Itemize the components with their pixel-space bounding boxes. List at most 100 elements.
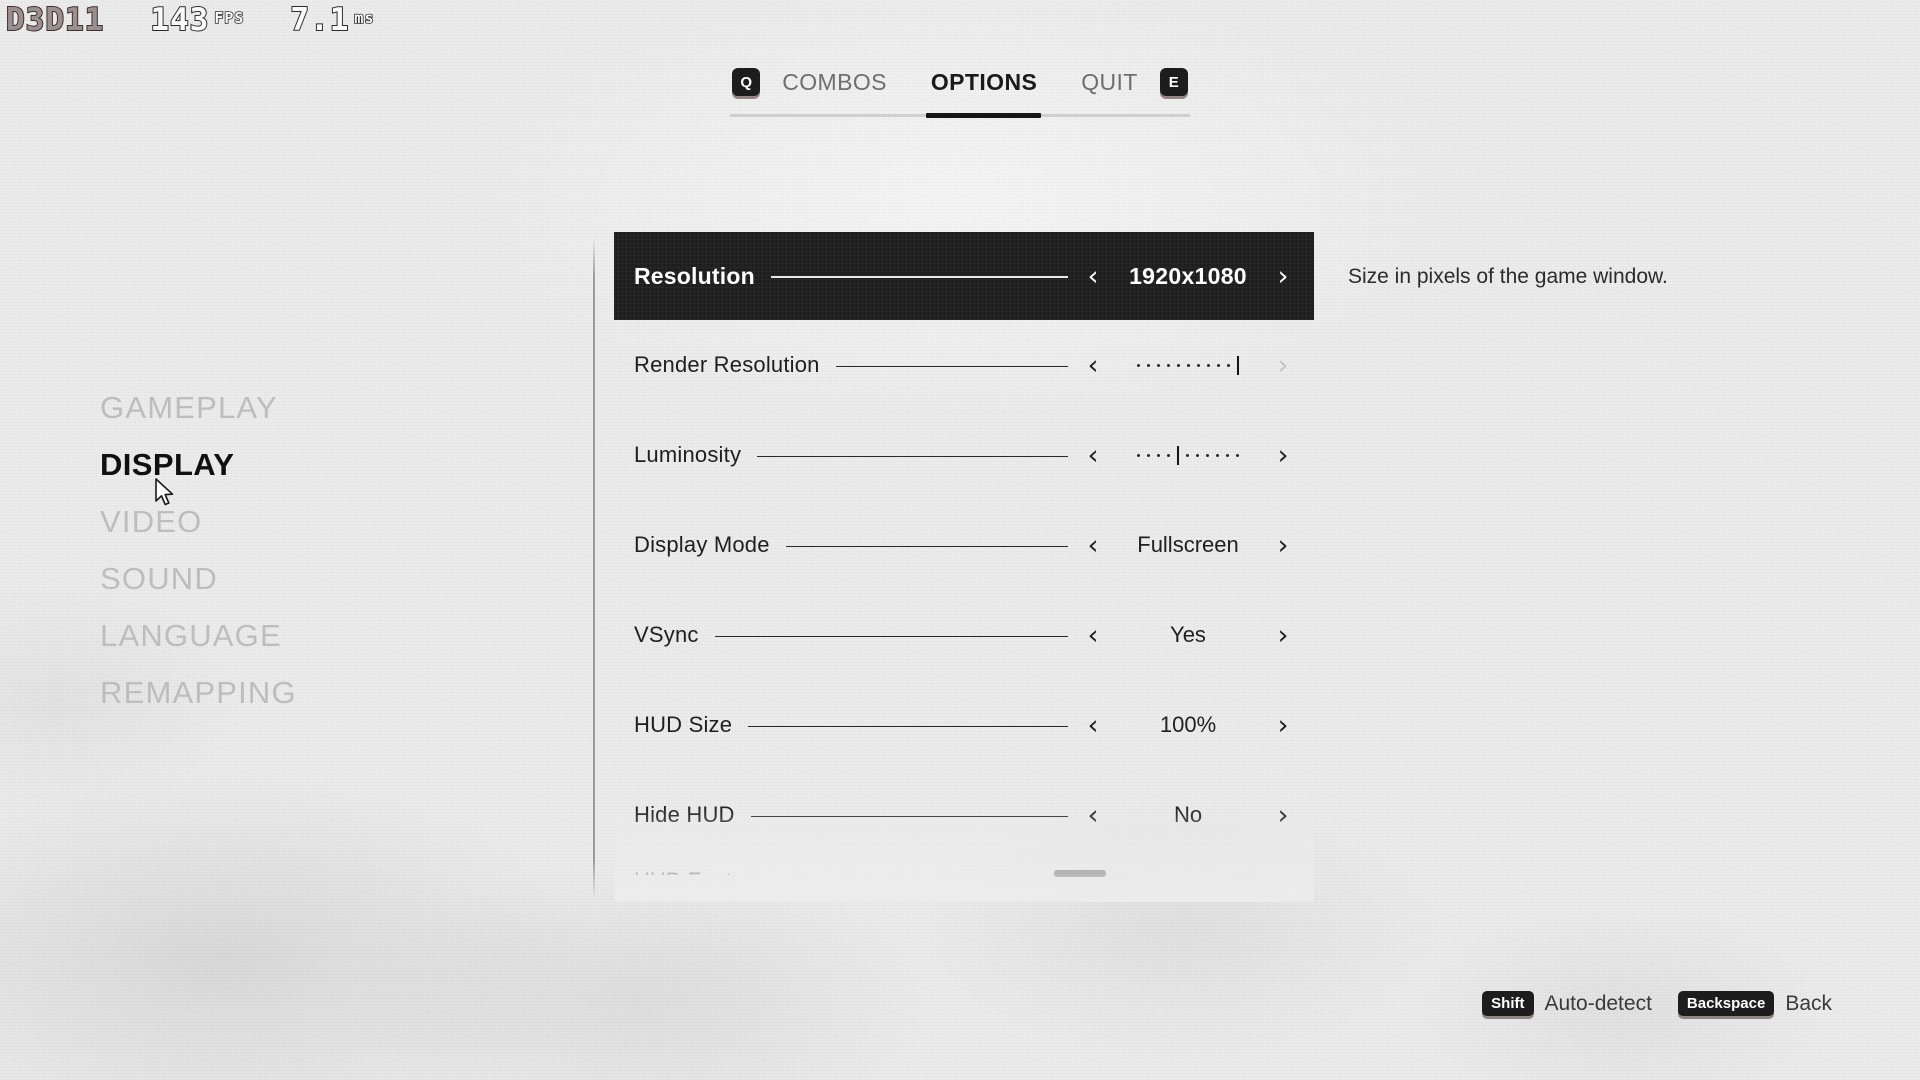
prev-tab-key-badge[interactable]: Q [732,68,761,96]
option-row-display-mode[interactable]: Display Mode ‹ Fullscreen › [614,500,1314,590]
settings-category-sidebar: GAMEPLAY DISPLAY VIDEO SOUND LANGUAGE RE… [100,392,297,708]
key-hint-back[interactable]: Backspace Back [1677,991,1832,1016]
top-navigation: Q COMBOS OPTIONS QUIT E [0,60,1920,118]
vertical-divider [593,238,595,898]
option-value-display-mode: Fullscreen [1137,532,1239,557]
option-row-resolution[interactable]: Resolution ‹ 1920x1080 › [614,232,1314,320]
key-hint-label-auto-detect: Auto-detect [1544,991,1652,1015]
top-navigation-row: Q COMBOS OPTIONS QUIT E [732,60,1188,104]
tab-options[interactable]: OPTIONS [909,69,1059,96]
shift-key-badge: Shift [1482,991,1534,1016]
prev-value-chevron-icon[interactable]: ‹ [1082,622,1104,649]
tab-combos[interactable]: COMBOS [760,69,909,96]
option-slider-render-resolution[interactable] [1104,354,1272,376]
key-hint-label-back: Back [1785,991,1832,1015]
option-control-luminosity: ‹ › [1082,442,1294,469]
slider-dot [1206,453,1209,457]
option-value-resolution: 1920x1080 [1129,262,1247,289]
slider-dot [1137,453,1140,457]
slider-dot [1167,453,1170,457]
slider-dot [1227,363,1230,367]
next-value-chevron-icon[interactable]: › [1272,712,1294,739]
sidebar-item-language[interactable]: LANGUAGE [100,620,297,651]
option-row-hide-hud[interactable]: Hide HUD ‹ No › [614,770,1314,860]
option-label-resolution: Resolution [634,262,755,289]
slider-dot [1186,453,1189,457]
slider-marker [1177,445,1179,465]
option-row-render-resolution[interactable]: Render Resolution ‹ › [614,320,1314,410]
option-row-partially-visible[interactable]: HUD Font [614,860,1314,894]
prev-value-chevron-icon[interactable]: ‹ [1082,352,1104,379]
next-value-chevron-icon[interactable]: › [1272,263,1294,290]
next-tab-key-badge[interactable]: E [1159,68,1188,96]
option-value-hud-size: 100% [1159,712,1217,737]
slider-dot [1157,453,1160,457]
performance-hud-overlay: D3D11 143 FPS 7.1 ms [5,1,375,39]
slider-dot [1236,453,1239,457]
next-value-chevron-icon[interactable]: › [1272,442,1294,469]
slider-dot [1147,453,1150,457]
prev-value-chevron-icon[interactable]: ‹ [1082,712,1104,739]
slider-dot [1197,363,1200,367]
sidebar-item-sound[interactable]: SOUND [100,563,297,594]
option-value-vsync: Yes [1170,622,1206,647]
option-row-luminosity[interactable]: Luminosity ‹ › [614,410,1314,500]
option-label-hud-size: HUD Size [634,712,733,737]
slider-dot [1196,453,1199,457]
option-leader-line [785,545,1068,547]
options-list: Resolution ‹ 1920x1080 › Render Resoluti… [614,232,1314,902]
sidebar-item-remapping[interactable]: REMAPPING [100,677,297,708]
hud-fps-unit: FPS [214,8,245,28]
option-label-render-resolution: Render Resolution [634,352,820,377]
option-leader-line [770,276,1068,278]
slider-marker [1237,355,1239,375]
prev-value-chevron-icon[interactable]: ‹ [1082,263,1104,290]
hud-frametime-unit: ms [354,8,375,28]
option-label-clipped: HUD Font [634,868,732,893]
option-control-vsync: ‹ Yes › [1082,622,1294,649]
hud-frametime-value: 7.1 [289,1,350,39]
option-value-clipped-indicator [1054,870,1106,877]
prev-value-chevron-icon[interactable]: ‹ [1082,442,1104,469]
option-leader-line [835,365,1068,367]
option-label-luminosity: Luminosity [634,442,742,467]
slider-dot [1157,363,1160,367]
key-hint-auto-detect[interactable]: Shift Auto-detect [1482,991,1652,1016]
hud-fps-value: 143 [149,1,210,39]
slider-dot [1216,453,1219,457]
option-label-hide-hud: Hide HUD [634,802,735,827]
option-label-display-mode: Display Mode [634,532,770,557]
option-value-hide-hud: No [1173,802,1203,827]
slider-dot [1177,363,1180,367]
next-value-chevron-icon[interactable]: › [1272,802,1294,829]
slider-dot [1147,363,1150,367]
slider-dot [1207,363,1210,367]
sidebar-item-gameplay[interactable]: GAMEPLAY [100,392,297,423]
tab-quit[interactable]: QUIT [1059,69,1160,96]
option-leader-line [757,455,1068,457]
next-value-chevron-icon[interactable]: › [1272,532,1294,559]
navigation-rule [730,113,1190,118]
active-tab-underline [926,113,1041,118]
option-row-vsync[interactable]: VSync ‹ Yes › [614,590,1314,680]
hud-graphics-api-label: D3D11 [5,1,105,39]
prev-value-chevron-icon[interactable]: ‹ [1082,532,1104,559]
sidebar-item-video[interactable]: VIDEO [100,506,297,537]
option-description: Size in pixels of the game window. [1348,265,1668,288]
option-control-resolution: ‹ 1920x1080 › [1082,263,1294,290]
option-leader-line [748,725,1068,727]
slider-dot [1167,363,1170,367]
option-row-hud-size[interactable]: HUD Size ‹ 100% › [614,680,1314,770]
sidebar-item-display[interactable]: DISPLAY [100,449,297,480]
slider-dot [1187,363,1190,367]
option-control-hide-hud: ‹ No › [1082,802,1294,829]
key-hints-bar: Shift Auto-detect Backspace Back [1482,991,1832,1016]
prev-value-chevron-icon[interactable]: ‹ [1082,802,1104,829]
option-label-vsync: VSync [634,622,699,647]
next-value-chevron-icon[interactable]: › [1272,622,1294,649]
slider-dot [1137,363,1140,367]
option-control-render-resolution: ‹ › [1082,352,1294,379]
backspace-key-badge: Backspace [1677,991,1775,1016]
option-slider-luminosity[interactable] [1104,444,1272,466]
option-control-display-mode: ‹ Fullscreen › [1082,532,1294,559]
